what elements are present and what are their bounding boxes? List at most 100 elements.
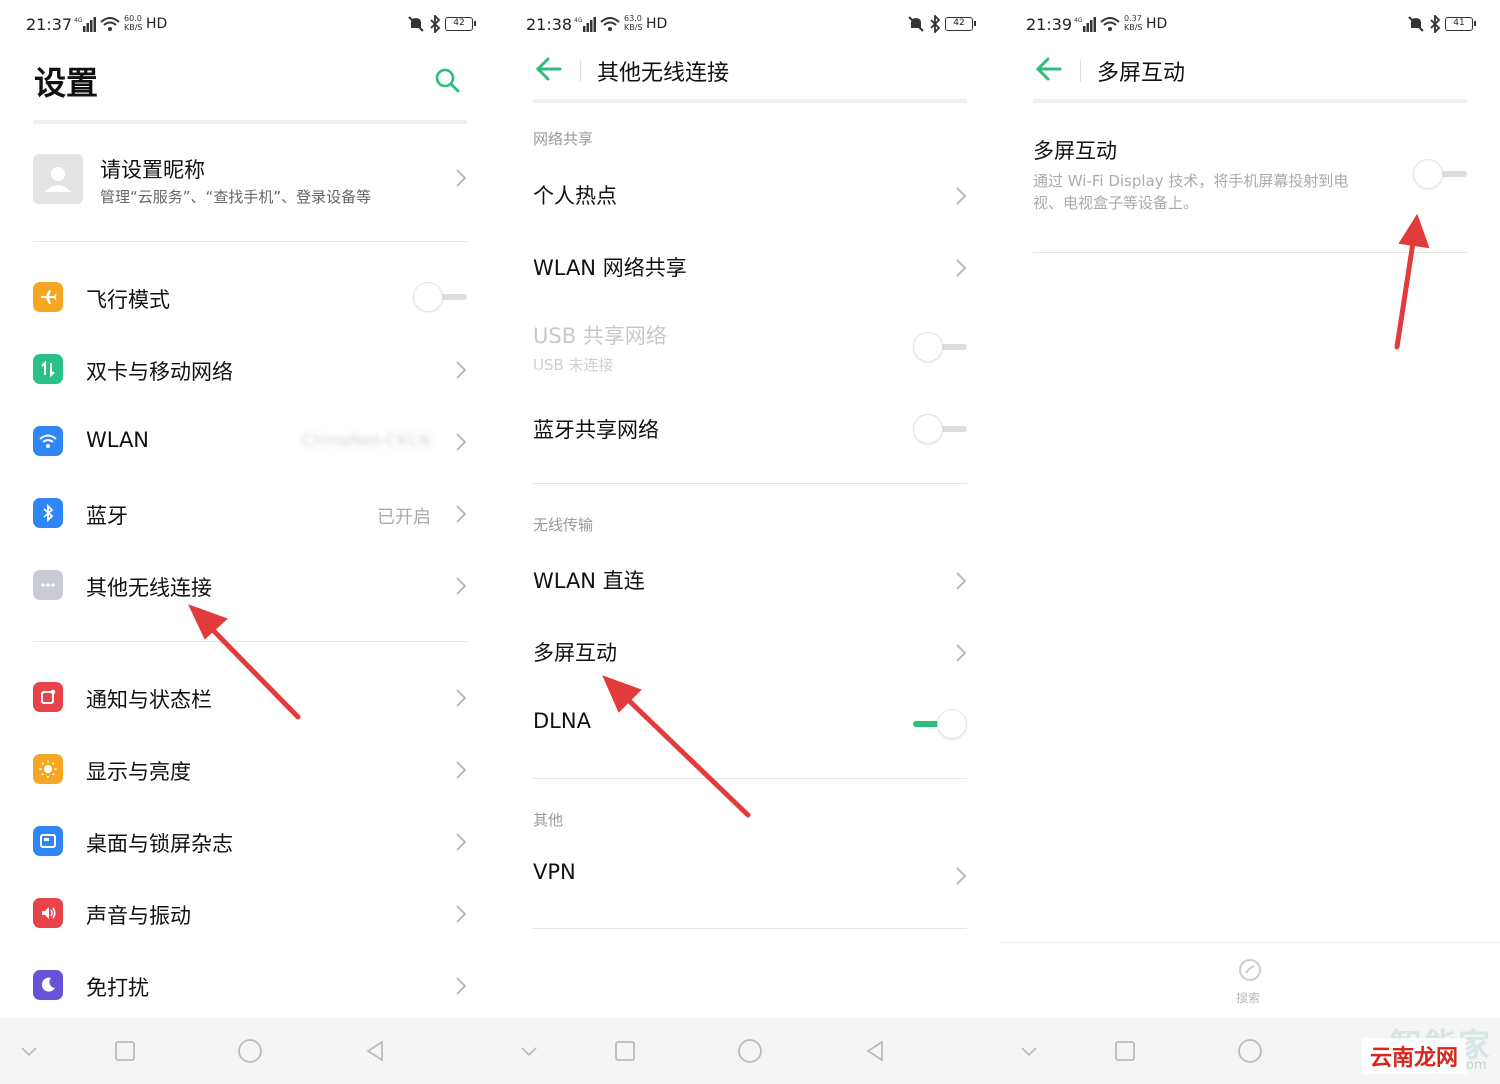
status-bar: 21:37 4G 60.0 KB/S HD 42	[0, 0, 500, 50]
page-title: 其他无线连接	[597, 61, 730, 86]
search-icon[interactable]	[434, 67, 460, 93]
recents-icon[interactable]	[114, 1040, 136, 1062]
item-label: DLNA	[533, 709, 591, 733]
mute-icon	[408, 16, 424, 32]
back-nav-icon[interactable]	[364, 1040, 386, 1062]
wifi-status-icon	[1100, 17, 1120, 31]
settings-item-wlan[interactable]: WLAN ChinaNet-CKLN	[33, 416, 467, 466]
wlan-ssid: ChinaNet-CKLN	[301, 431, 431, 451]
svg-text:4G: 4G	[1074, 17, 1083, 24]
settings-item-sim[interactable]: 双卡与移动网络	[33, 344, 467, 394]
airplane-toggle[interactable]	[413, 282, 467, 312]
home-icon[interactable]	[737, 1038, 763, 1064]
avatar	[33, 154, 83, 204]
chevron-right-icon	[456, 505, 467, 523]
settings-item-notifications[interactable]: 通知与状态栏	[33, 672, 467, 722]
other-wireless-panel: 21:38 4G 63.0 KB/S HD 42 其他无线连接 网络共享 个人热点…	[500, 0, 1000, 1084]
settings-item-sound[interactable]: 声音与振动	[33, 888, 467, 938]
multiscreen-panel: 21:39 4G 0.37 KB/S HD 41 多屏互动 多屏互动 通过 Wi-…	[1000, 0, 1500, 1084]
search-label: 搜索	[1236, 991, 1261, 1005]
bt-share-toggle[interactable]	[913, 414, 967, 444]
divider	[33, 241, 467, 242]
net-speed: 63.0 KB/S	[624, 14, 643, 32]
item-label: USB 共享网络	[533, 324, 667, 348]
back-arrow-icon[interactable]	[534, 56, 564, 82]
profile-row[interactable]: 请设置昵称 管理“云服务”、“查找手机”、登录设备等	[33, 150, 467, 210]
setting-label: 多屏互动	[1033, 139, 1117, 163]
item-bt-share[interactable]: 蓝牙共享网络	[533, 404, 967, 454]
dlna-toggle[interactable]	[913, 709, 967, 739]
item-label: WLAN 网络共享	[533, 256, 687, 280]
wallpaper-icon	[33, 826, 63, 856]
chevron-right-icon	[456, 361, 467, 379]
item-label: 个人热点	[533, 184, 617, 208]
chevron-right-icon	[456, 433, 467, 451]
battery-icon: 41	[1445, 17, 1476, 31]
hd-indicator: HD	[646, 16, 668, 32]
section-header-wireless: 无线传输	[533, 516, 594, 534]
chevron-right-icon	[456, 689, 467, 707]
bluetooth-status-icon	[1430, 15, 1441, 33]
settings-item-dnd[interactable]: 免打扰	[33, 960, 467, 1010]
chevron-down-icon[interactable]	[518, 1040, 540, 1062]
chevron-right-icon	[456, 905, 467, 923]
header-divider	[533, 99, 967, 103]
profile-name: 请设置昵称	[100, 158, 205, 182]
settings-item-label: 免打扰	[86, 976, 149, 1000]
sound-icon	[33, 898, 63, 928]
settings-item-display[interactable]: 显示与亮度	[33, 744, 467, 794]
mute-icon	[908, 16, 924, 32]
bluetooth-icon	[33, 498, 63, 528]
more-icon	[33, 570, 63, 600]
item-wlan-share[interactable]: WLAN 网络共享	[533, 242, 967, 292]
status-bar: 21:38 4G 63.0 KB/S HD 42	[500, 0, 1000, 50]
settings-item-label: 通知与状态栏	[86, 688, 212, 712]
settings-item-label: 双卡与移动网络	[86, 360, 233, 384]
back-arrow-icon[interactable]	[1034, 56, 1064, 82]
page-title: 设置	[34, 64, 99, 102]
item-multiscreen[interactable]: 多屏互动	[533, 627, 967, 677]
item-label: 多屏互动	[533, 641, 617, 665]
settings-panel: 21:37 4G 60.0 KB/S HD 42 设置 请设置昵称 管理“云服务”…	[0, 0, 500, 1084]
section-header-network-share: 网络共享	[533, 130, 594, 148]
multiscreen-setting[interactable]: 多屏互动 通过 Wi-Fi Display 技术，将手机屏幕投射到电视、电视盒子…	[1033, 135, 1467, 235]
mute-icon	[1408, 16, 1424, 32]
home-icon[interactable]	[1237, 1038, 1263, 1064]
wifi-status-icon	[100, 17, 120, 31]
header-divider	[33, 120, 467, 124]
item-hotspot[interactable]: 个人热点	[533, 170, 967, 220]
chevron-down-icon[interactable]	[18, 1040, 40, 1062]
status-time: 21:38	[526, 15, 573, 34]
net-speed: 60.0 KB/S	[124, 14, 143, 32]
moon-icon	[33, 970, 63, 1000]
item-vpn[interactable]: VPN	[533, 850, 967, 900]
chevron-right-icon	[956, 644, 967, 662]
divider	[33, 641, 467, 642]
section-header-other: 其他	[533, 811, 564, 829]
chevron-down-icon[interactable]	[1018, 1040, 1040, 1062]
multiscreen-toggle[interactable]	[1413, 159, 1467, 189]
settings-item-other-wireless[interactable]: 其他无线连接	[33, 560, 467, 610]
back-nav-icon[interactable]	[864, 1040, 886, 1062]
settings-item-airplane[interactable]: 飞行模式	[33, 272, 467, 322]
svg-text:4G: 4G	[574, 17, 583, 24]
item-wlan-direct[interactable]: WLAN 直连	[533, 555, 967, 605]
cellular-signal-icon: 4G	[74, 17, 96, 32]
settings-item-wallpaper[interactable]: 桌面与锁屏杂志	[33, 816, 467, 866]
watermark-logo: 云南龙网	[1362, 1038, 1467, 1074]
home-icon[interactable]	[237, 1038, 263, 1064]
recents-icon[interactable]	[614, 1040, 636, 1062]
divider	[1033, 252, 1467, 253]
settings-item-label: 蓝牙	[86, 504, 128, 528]
item-usb-share: USB 共享网络 USB 未连接	[533, 310, 967, 380]
recents-icon[interactable]	[1114, 1040, 1136, 1062]
search-icon[interactable]	[1237, 957, 1263, 983]
settings-item-label: 显示与亮度	[86, 760, 191, 784]
settings-item-label: 其他无线连接	[86, 576, 212, 600]
settings-item-label: 声音与振动	[86, 904, 191, 928]
item-dlna[interactable]: DLNA	[533, 699, 967, 749]
cellular-signal-icon: 4G	[574, 17, 596, 32]
chevron-right-icon	[956, 187, 967, 205]
settings-item-bluetooth[interactable]: 蓝牙 已开启	[33, 488, 467, 538]
system-nav-bar	[0, 1018, 500, 1084]
